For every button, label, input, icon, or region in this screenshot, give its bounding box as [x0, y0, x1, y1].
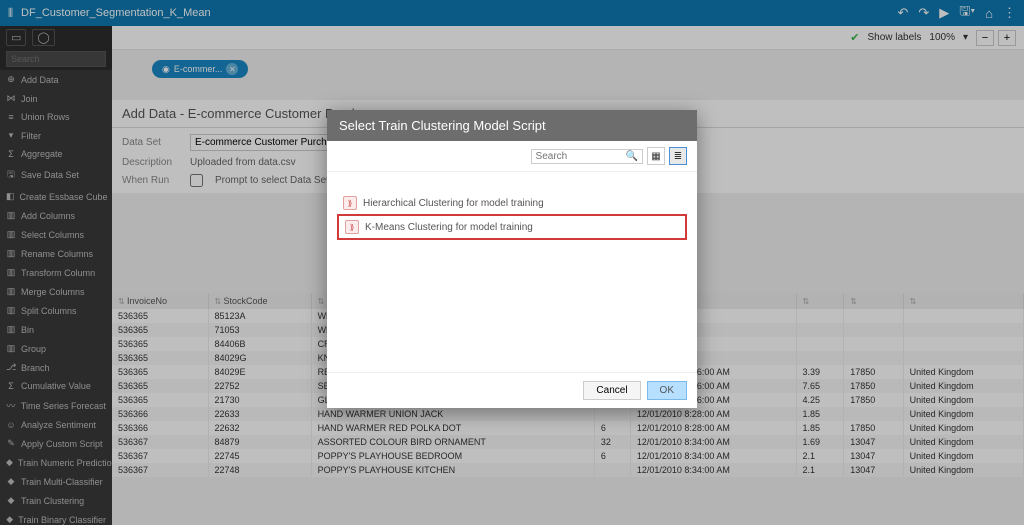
script-badge-icon: ⟫	[345, 220, 359, 234]
grid-view-icon[interactable]: ▦	[647, 147, 665, 165]
script-label: K-Means Clustering for model training	[365, 222, 533, 233]
cancel-button[interactable]: Cancel	[583, 381, 640, 400]
ok-button[interactable]: OK	[647, 381, 687, 400]
list-view-icon[interactable]: ≣	[669, 147, 687, 165]
modal-overlay: Select Train Clustering Model Script 🔍 ▦…	[0, 0, 1024, 525]
modal-search-input[interactable]	[536, 151, 626, 162]
script-badge-icon: ⟫	[343, 196, 357, 210]
select-script-modal: Select Train Clustering Model Script 🔍 ▦…	[327, 110, 697, 408]
search-icon[interactable]: 🔍	[626, 151, 638, 162]
modal-title: Select Train Clustering Model Script	[327, 110, 697, 141]
script-item-0[interactable]: ⟫ Hierarchical Clustering for model train…	[337, 192, 687, 214]
script-label: Hierarchical Clustering for model traini…	[363, 198, 544, 209]
script-item-1[interactable]: ⟫ K-Means Clustering for model training	[337, 214, 687, 240]
modal-search-wrap: 🔍	[531, 149, 643, 164]
